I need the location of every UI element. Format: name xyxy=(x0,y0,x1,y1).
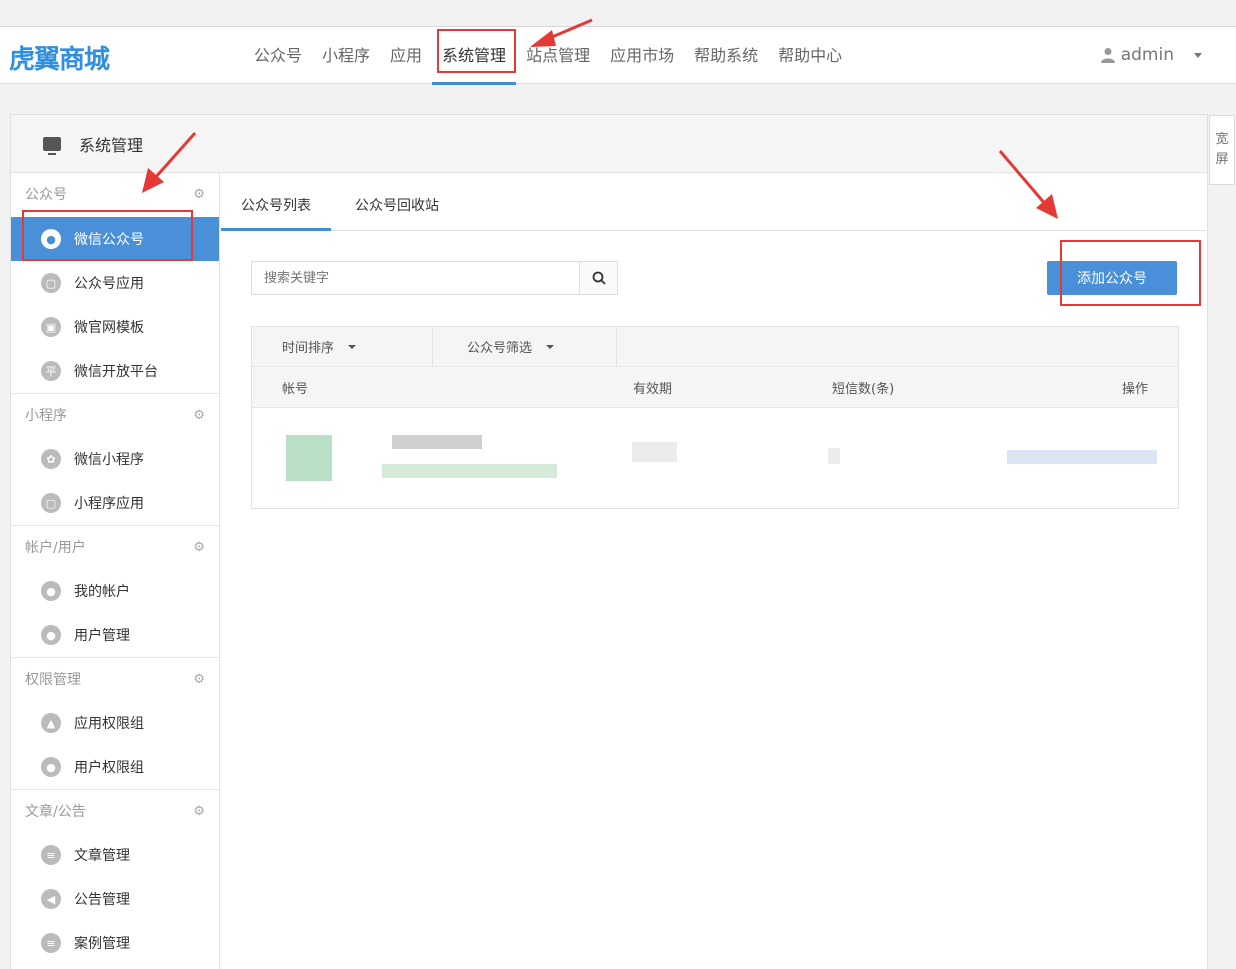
column-validity: 有效期 xyxy=(633,381,673,397)
chevron-down-icon xyxy=(348,344,357,349)
search-icon xyxy=(592,271,606,285)
sidebar-item-open-platform[interactable]: 平微信开放平台 xyxy=(11,349,219,393)
account-filter-dropdown[interactable]: 公众号筛选 xyxy=(433,327,617,366)
chevron-down-icon xyxy=(1194,52,1202,58)
filter-row: 时间排序 公众号筛选 xyxy=(252,327,1178,367)
annotation-box-add-button xyxy=(1060,240,1201,306)
wide-screen-toggle[interactable]: 宽 屏 xyxy=(1209,115,1235,185)
column-account: 帐号 xyxy=(282,381,309,397)
account-detail xyxy=(382,464,557,478)
gear-icon[interactable]: ⚙ xyxy=(193,173,205,217)
platform-icon: 平 xyxy=(41,361,61,381)
monitor-icon xyxy=(43,136,61,155)
accounts-table: 时间排序 公众号筛选 帐号 有效期 短信数(条) 操作 xyxy=(251,326,1179,509)
sidebar-item-user-permission-groups[interactable]: ● 用户权限组 xyxy=(11,745,219,789)
sidebar-section-mini-program: 小程序 ⚙ xyxy=(11,393,219,437)
nav-help-system[interactable]: 帮助系统 xyxy=(684,27,768,85)
sidebar-section-articles: 文章/公告 ⚙ xyxy=(11,789,219,833)
sidebar-item-article-management[interactable]: ≡ 文章管理 xyxy=(11,833,219,877)
users-icon: ● xyxy=(41,625,61,645)
sidebar: 公众号 ⚙ ● 微信公众号 ▢ 公众号应用 ▣ 微官网模板 平微信开放平台 小程序 ⚙ ✿… xyxy=(11,173,220,969)
user-lock-icon: ● xyxy=(41,757,61,777)
sidebar-section-accounts: 帐户/用户 ⚙ xyxy=(11,525,219,569)
sidebar-item-microsite-templates[interactable]: ▣ 微官网模板 xyxy=(11,305,219,349)
sidebar-section-permissions: 权限管理 ⚙ xyxy=(11,657,219,701)
username: admin xyxy=(1120,45,1174,65)
nav-help-center[interactable]: 帮助中心 xyxy=(768,27,852,85)
lock-icon: ▲ xyxy=(41,713,61,733)
main-nav: 公众号 小程序 应用 系统管理 站点管理 应用市场 帮助系统 帮助中心 xyxy=(244,27,852,85)
gear-icon[interactable]: ⚙ xyxy=(193,790,205,834)
sidebar-item-my-account[interactable]: ● 我的帐户 xyxy=(11,569,219,613)
panel-header: 系统管理 xyxy=(11,115,1207,173)
sidebar-item-case-management[interactable]: ≡ 案例管理 xyxy=(11,921,219,965)
row-actions[interactable] xyxy=(1007,450,1157,464)
nav-mini-program[interactable]: 小程序 xyxy=(312,27,380,85)
user-menu[interactable]: admin xyxy=(1100,45,1202,65)
speaker-icon: ◀ xyxy=(41,889,61,909)
column-actions: 操作 xyxy=(1121,381,1148,397)
app-bag-icon: ▢ xyxy=(41,273,61,293)
validity-value xyxy=(632,442,677,462)
panel-title: 系统管理 xyxy=(79,135,144,155)
table-row[interactable] xyxy=(252,408,1178,508)
tab-account-list[interactable]: 公众号列表 xyxy=(221,173,331,231)
sidebar-item-notice-management[interactable]: ◀ 公告管理 xyxy=(11,877,219,921)
top-navbar: 虎翼商城 公众号 小程序 应用 系统管理 站点管理 应用市场 帮助系统 帮助中心… xyxy=(0,26,1236,85)
annotation-box-nav xyxy=(437,29,516,73)
search-button[interactable] xyxy=(579,262,617,294)
app-bag-icon: ▢ xyxy=(41,493,61,513)
nav-app-market[interactable]: 应用市场 xyxy=(600,27,684,85)
tab-recycle-bin[interactable]: 公众号回收站 xyxy=(335,173,459,231)
search-box xyxy=(251,261,618,295)
gear-icon[interactable]: ⚙ xyxy=(193,526,205,570)
template-icon: ▣ xyxy=(41,317,61,337)
chevron-down-icon xyxy=(546,344,555,349)
document-icon: ≡ xyxy=(41,845,61,865)
sidebar-item-account-apps[interactable]: ▢ 公众号应用 xyxy=(11,261,219,305)
sidebar-item-app-permission-groups[interactable]: ▲ 应用权限组 xyxy=(11,701,219,745)
account-name xyxy=(392,435,482,449)
nav-official-account[interactable]: 公众号 xyxy=(244,27,312,85)
brand-logo[interactable]: 虎翼商城 xyxy=(9,39,110,76)
mini-program-icon: ✿ xyxy=(41,449,61,469)
gear-icon[interactable]: ⚙ xyxy=(193,394,205,438)
sidebar-item-user-management[interactable]: ● 用户管理 xyxy=(11,613,219,657)
search-input[interactable] xyxy=(252,262,579,294)
sms-count-value xyxy=(828,448,840,464)
account-avatar xyxy=(286,435,332,481)
gear-icon[interactable]: ⚙ xyxy=(193,658,205,702)
table-header: 帐号 有效期 短信数(条) 操作 xyxy=(252,367,1178,408)
content-tabs: 公众号列表 公众号回收站 xyxy=(221,173,1207,231)
column-sms-count: 短信数(条) xyxy=(832,381,895,397)
user-icon xyxy=(1100,48,1115,63)
user-icon: ● xyxy=(41,581,61,601)
annotation-box-sidebar xyxy=(22,210,193,261)
nav-apps[interactable]: 应用 xyxy=(380,27,432,85)
document-icon: ≡ xyxy=(41,933,61,953)
sidebar-item-mini-apps[interactable]: ▢ 小程序应用 xyxy=(11,481,219,525)
time-sort-dropdown[interactable]: 时间排序 xyxy=(252,327,433,366)
sidebar-item-wechat-mini[interactable]: ✿ 微信小程序 xyxy=(11,437,219,481)
nav-site-management[interactable]: 站点管理 xyxy=(516,27,600,85)
